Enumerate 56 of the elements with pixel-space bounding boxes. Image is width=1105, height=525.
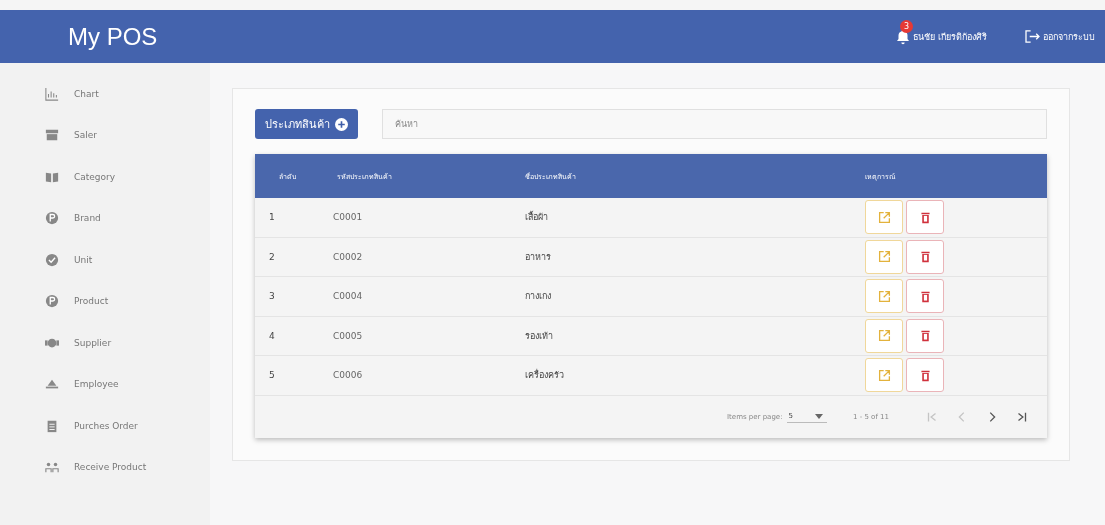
plus-circle-icon — [335, 117, 348, 131]
trash-icon — [918, 289, 932, 303]
table-cell-text: 3 — [268, 291, 276, 302]
trash-icon — [918, 250, 932, 264]
table-cell-text: C0002 — [333, 251, 364, 262]
table-cell-text: 1 — [268, 212, 276, 223]
add-category-button[interactable]: ประเภทสินค้า — [255, 109, 358, 139]
sidebar-item[interactable]: Saler — [0, 114, 210, 156]
sidebar-item[interactable]: Unit — [0, 239, 210, 281]
trash-icon — [918, 329, 932, 343]
edit-icon — [877, 329, 891, 343]
dropdown-icon — [815, 413, 823, 419]
logout-button[interactable]: ออกจากระบบ — [1025, 29, 1095, 44]
table-cell-text: อาหาร — [525, 250, 552, 264]
clipboard-icon — [45, 418, 59, 433]
table-cell-text: C0006 — [333, 370, 364, 381]
people-icon — [45, 460, 59, 475]
check-circle-icon — [45, 252, 59, 267]
edit-icon — [877, 289, 891, 303]
table-cell-text: C0005 — [333, 330, 364, 341]
store-icon — [45, 128, 59, 143]
table-cell-text: C0004 — [333, 291, 364, 302]
table-cell-text: กางเกง — [525, 290, 552, 304]
sidebar-item[interactable]: Category — [0, 156, 210, 198]
table-cell-text: C0001 — [333, 212, 364, 223]
table-cell-text: เครื่องครัว — [525, 368, 565, 383]
sidebar-item[interactable]: Chart — [0, 73, 210, 115]
table-cell-text: 4 — [268, 330, 276, 341]
edit-icon — [877, 250, 891, 264]
user-name: ธนชัย เกียรติก้องศิริ — [913, 30, 987, 44]
sidebar-item[interactable]: Employee — [0, 363, 210, 405]
delete-button[interactable] — [906, 318, 944, 353]
table-cell-text: 2 — [268, 251, 276, 262]
app-title: My POS — [68, 22, 158, 51]
logout-icon — [1025, 30, 1040, 43]
sidebar-item[interactable]: Supplier — [0, 322, 210, 364]
sidebar-item[interactable]: Brand — [0, 197, 210, 239]
edit-icon — [877, 368, 891, 382]
sidebar-item[interactable]: Purches Order — [0, 405, 210, 447]
delete-button[interactable] — [906, 358, 944, 393]
trash-icon — [918, 368, 932, 382]
trash-icon — [918, 210, 932, 224]
sidebar-item[interactable]: Receive Product — [0, 446, 210, 488]
table-cell-text: รองเท้า — [525, 329, 554, 343]
p-circle-icon — [45, 211, 59, 226]
delete-button[interactable] — [906, 279, 944, 314]
p-circle-icon — [45, 294, 59, 309]
bar-chart-icon — [45, 86, 59, 101]
delete-button[interactable] — [906, 200, 944, 235]
delete-button[interactable] — [906, 239, 944, 274]
table-cell-text: 5 — [268, 370, 276, 381]
sidebar-item[interactable]: Product — [0, 280, 210, 322]
search-field[interactable]: ค้นหา — [382, 109, 1047, 139]
notification-count: 3 — [900, 19, 914, 33]
edit-icon — [877, 210, 891, 224]
table-cell-text: เสื้อผ้า — [525, 210, 549, 225]
